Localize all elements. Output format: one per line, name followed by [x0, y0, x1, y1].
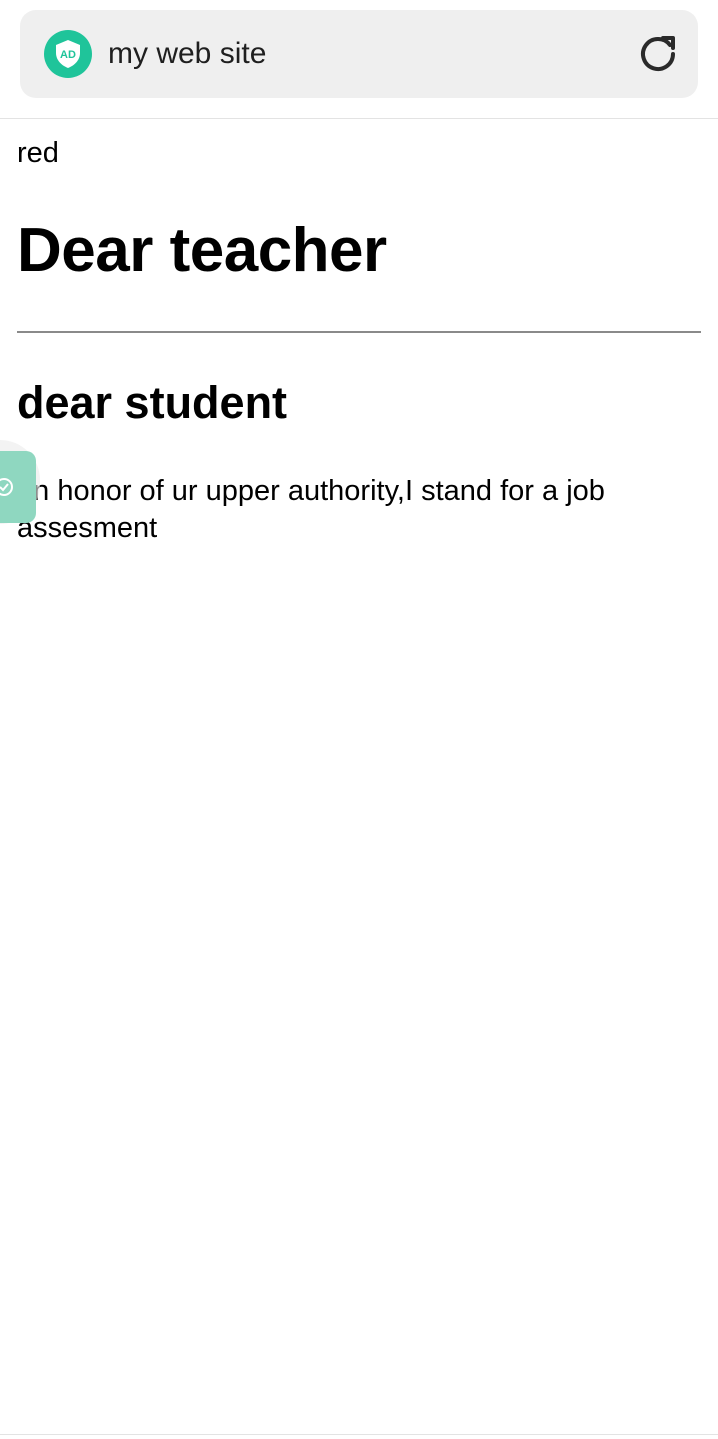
body-text-red: red	[17, 137, 59, 169]
horizontal-divider	[17, 331, 701, 333]
reload-icon[interactable]	[636, 32, 680, 76]
page-title[interactable]: my web site	[108, 36, 266, 72]
main-heading: Dear teacher	[17, 216, 387, 285]
adguard-shield-icon[interactable]: AD	[44, 30, 92, 78]
shield-check-icon[interactable]	[0, 451, 36, 523]
svg-text:AD: AD	[60, 49, 76, 61]
sub-heading: dear student	[17, 377, 288, 428]
floating-shield-button[interactable]	[0, 440, 40, 524]
browser-toolbar: AD my web site	[0, 0, 718, 119]
body-paragraph: on honor of ur upper authority,I stand f…	[17, 475, 605, 544]
bottom-divider	[0, 1434, 718, 1435]
address-bar[interactable]: AD my web site	[20, 10, 698, 98]
